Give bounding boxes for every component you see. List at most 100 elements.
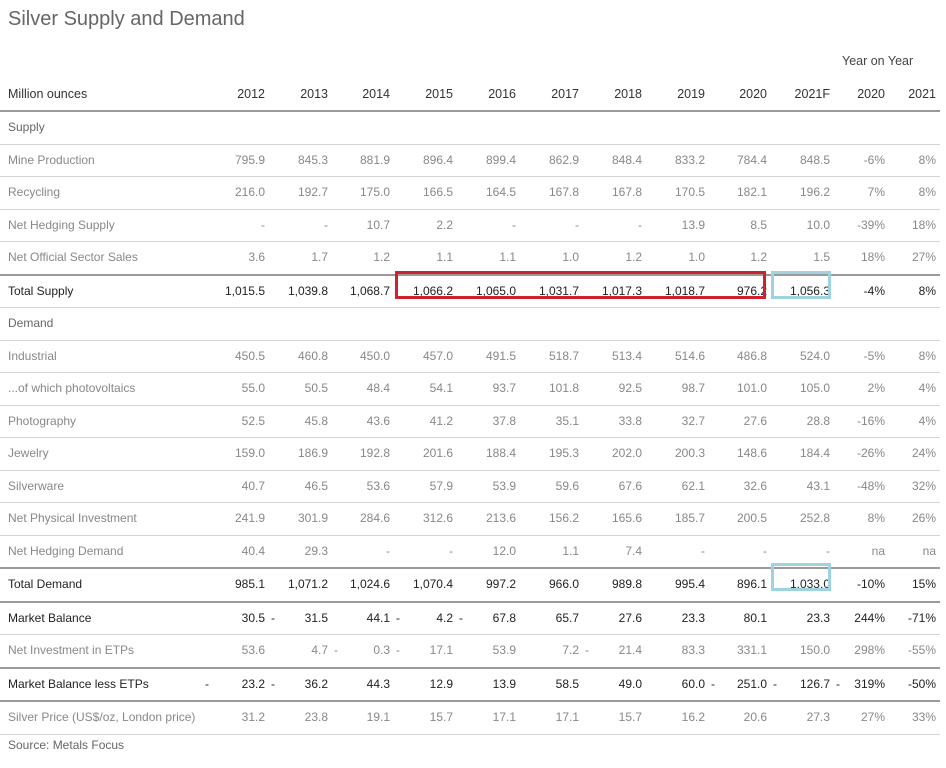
cell: 156.2: [548, 511, 579, 525]
cell: 284.6: [359, 511, 390, 525]
cell: 37.8: [492, 413, 516, 428]
negative-dash: -: [396, 643, 400, 657]
cell: 23.3: [681, 610, 705, 625]
row-label: Photography: [8, 413, 77, 428]
row-label: Net Hedging Supply: [8, 217, 115, 232]
row-label: Market Balance: [8, 610, 92, 625]
cell: 32%: [911, 478, 936, 493]
cell: 4%: [918, 381, 936, 395]
cell: 795.9: [234, 152, 265, 167]
cell: 2021F: [794, 87, 830, 101]
year-on-year-label: Year on Year: [842, 54, 914, 68]
cell: 460.8: [297, 348, 328, 363]
row-label: Industrial: [8, 348, 57, 363]
cell: 31.2: [241, 710, 265, 724]
table-row: Supply: [0, 112, 940, 145]
cell: 93.7: [492, 381, 516, 395]
cell: -: [261, 217, 265, 232]
cell: 55.0: [241, 381, 265, 395]
highlight-red-box: [395, 271, 766, 299]
cell: 32.6: [743, 478, 767, 493]
cell: 16.2: [681, 710, 705, 724]
cell: -: [386, 543, 390, 558]
cell: 164.5: [485, 185, 516, 199]
cell: 213.6: [485, 511, 516, 525]
cell: 7.4: [625, 543, 642, 558]
cell: 10.0: [806, 217, 830, 232]
cell: 186.9: [297, 446, 328, 460]
row-label: Mine Production: [8, 152, 95, 167]
row-label: Total Demand: [8, 577, 83, 591]
cell: 166.5: [422, 185, 453, 199]
cell: 27.3: [806, 710, 830, 724]
header-row: Million ounces 2012 2013 2014 2015 2016 2017 20…: [0, 78, 940, 112]
cell: 12.9: [429, 676, 453, 691]
cell: 1.2: [373, 250, 390, 264]
cell: 985.1: [234, 577, 265, 591]
cell: 185.7: [674, 511, 705, 525]
cell: -: [512, 217, 516, 232]
cell: 1,015.5: [224, 283, 265, 298]
cell: 450.5: [234, 348, 265, 363]
row-label: Million ounces: [8, 87, 88, 101]
cell: 29.3: [304, 543, 328, 558]
table-row: Photography 52.5 45.8 43.6 41.2 37.8 35.1 33.8 3…: [0, 406, 940, 438]
cell: 21.4: [618, 643, 642, 657]
cell: 167.8: [611, 185, 642, 199]
cell: 899.4: [485, 152, 516, 167]
cell: 491.5: [485, 348, 516, 363]
cell: 1.0: [688, 250, 705, 264]
cell: 20.6: [743, 710, 767, 724]
cell: 201.6: [422, 446, 453, 460]
cell: 49.0: [618, 676, 642, 691]
cell: 1,024.6: [349, 577, 390, 591]
table-row: Jewelry 159.0 186.9 192.8 201.6 188.4 195.3 202…: [0, 438, 940, 471]
cell: 252.8: [799, 511, 830, 525]
cell: 27.6: [618, 610, 642, 625]
cell: 46.5: [304, 478, 328, 493]
cell: 2012: [237, 87, 265, 101]
cell: 331.1: [736, 643, 767, 657]
cell: 784.4: [736, 152, 767, 167]
cell: 13.9: [492, 676, 516, 691]
cell: 216.0: [234, 185, 265, 199]
cell: 200.3: [674, 446, 705, 460]
cell: 92.5: [618, 381, 642, 395]
cell: 23.8: [304, 710, 328, 724]
cell: 17.1: [555, 710, 579, 724]
cell: 845.3: [297, 152, 328, 167]
cell: -: [701, 543, 705, 558]
table-row: Net Physical Investment 241.9 301.9 284.6 31…: [0, 503, 940, 536]
negative-dash: -: [271, 610, 275, 625]
cell: 15%: [911, 577, 936, 591]
cell: 1.5: [813, 250, 830, 264]
row-label: Silver Price (US$/oz, London price): [8, 710, 196, 724]
cell: 167.8: [548, 185, 579, 199]
table-row: Silver Price (US$/oz, London price) 31.2 2…: [0, 702, 940, 735]
cell: 59.6: [555, 478, 579, 493]
cell: 33%: [911, 710, 936, 724]
cell: 43.6: [366, 413, 390, 428]
cell: 848.4: [611, 152, 642, 167]
cell: 31.5: [304, 610, 328, 625]
negative-dash: -: [773, 676, 777, 691]
cell: 1.7: [311, 250, 328, 264]
cell: 28.8: [806, 413, 830, 428]
row-label: Recycling: [8, 185, 61, 199]
row-label: Silverware: [8, 478, 65, 493]
cell: 184.4: [799, 446, 830, 460]
cell: 53.6: [366, 478, 390, 493]
cell: 126.7: [799, 676, 830, 691]
cell: 24%: [911, 446, 936, 460]
page-title: Silver Supply and Demand: [8, 8, 245, 30]
cell: 251.0: [736, 676, 767, 691]
cell: 2.2: [436, 217, 453, 232]
cell: 65.7: [555, 610, 579, 625]
cell: 200.5: [736, 511, 767, 525]
cell: 881.9: [359, 152, 390, 167]
cell: 195.3: [548, 446, 579, 460]
cell: 19.1: [366, 710, 390, 724]
highlight-blue-box-supply: [771, 271, 831, 299]
cell: 52.5: [241, 413, 265, 428]
cell: 165.6: [611, 511, 642, 525]
